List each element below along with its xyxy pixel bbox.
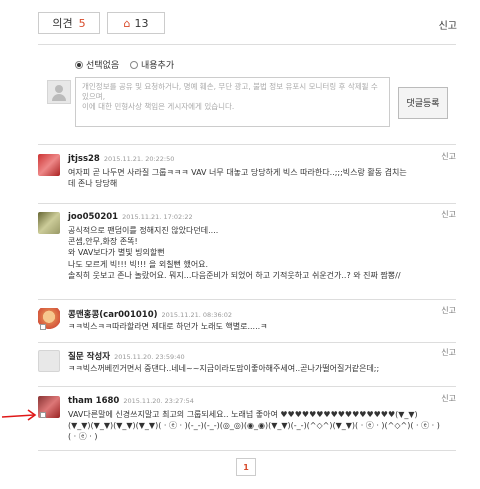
comment-line: 데 존나 당당해 [68,179,118,189]
placeholder-line-1: 개인정보를 공유 및 요청하거나, 명예 훼손, 무단 광고, 불법 정보 유포… [82,82,378,101]
comment-body: 공식적으로 팬덤이를 정해지진 않았다던데.... 콘셉,안무,화장 존똑! 와… [68,225,401,281]
divider [38,386,456,387]
divider [38,450,456,451]
avatar[interactable] [38,212,60,234]
comment-line: 공식적으로 팬덤이를 정해지진 않았다던데.... [68,226,219,235]
comment-body: ㅋㅋ빅스꺼베낀거면서 중댄다..네네~~지금이라도맘이좋아해주세여..곧나가떨어… [68,363,379,374]
comment-date: 2015.11.21. 08:36:02 [161,311,233,319]
comment-textarea[interactable]: 개인정보를 공유 및 요청하거나, 명예 훼손, 무단 광고, 불법 정보 유포… [75,77,390,127]
comment-date: 2015.11.20. 23:59:40 [114,353,185,361]
like-button[interactable]: ⌂ 13 [107,12,165,34]
comment-body: ㅋㅋ빅스ㅋㅋ따라할라면 제대로 하던가 노래도 핵별로.....ㅋ [68,321,268,332]
radio-empty-icon [130,61,138,69]
comment-item: 콩맨홍콩(car001010) 2015.11.21. 08:36:02 ㅋㅋ빅스… [38,305,456,338]
comment-toolbar: 의견 5 ⌂ 13 신고 [37,12,457,40]
comment-header: 질문 작성자 2015.11.20. 23:59:40 [68,350,185,362]
comment-line: 콘셉,안무,화장 존똑! [68,237,138,247]
comment-line: (▼_▼)(▼_▼)(▼_▼)(▼_▼)( · ⓔ · )(-_-)(-_-)(… [68,421,440,431]
comment-line: 와 VAV보다가 별빛 빙의할뻔 [68,248,165,258]
avatar[interactable] [38,350,60,372]
comment-author[interactable]: 질문 작성자 [68,352,110,362]
comment-author[interactable]: jtjss28 [68,154,100,164]
submit-comment-button[interactable]: 댓글등록 [398,87,448,119]
comment-author[interactable]: 콩맨홍콩(car001010) [68,310,158,320]
comment-item: 질문 작성자 2015.11.20. 23:59:40 ㅋㅋ빅스꺼베낀거면서 중댄… [38,347,456,380]
report-link[interactable]: 신고 [441,151,456,162]
comment-line: 나도 모르게 빅!!! 빅!!! 을 외칠뻔 했어요. [68,259,209,269]
user-avatar-placeholder-icon [47,80,71,104]
report-link[interactable]: 신고 [441,393,456,404]
opinion-label: 의견 [52,17,73,30]
avatar[interactable] [38,154,60,176]
comment-line: ( · ⓔ · ) [68,432,98,442]
house-icon: ⌂ [123,17,131,30]
option-none-label: 선택없음 [86,61,120,71]
report-link[interactable]: 신고 [439,17,457,32]
comment-header: jtjss28 2015.11.21. 20:22:50 [68,154,174,164]
comment-line: 솔직히 웃보고 존나 놀랐어요. 뭐지...다음준비가 되었어 하고 기적웃하고… [68,270,401,280]
comment-date: 2015.11.21. 17:02:22 [122,213,193,221]
divider [38,342,456,343]
comment-body: 여자피 곧 나두면 사라질 그룹ㅋㅋㅋ VAV 너무 대놓고 당당하게 빅스 따… [68,167,407,189]
comment-body: VAV다른말에 신경쓰지말고 최고의 그룹되세요.. 노래넘 좋아여 ♥♥♥♥♥… [68,409,440,443]
comment-header: 콩맨홍콩(car001010) 2015.11.21. 08:36:02 [68,308,232,320]
red-arrow-annotation-icon [1,409,37,421]
option-add-label: 내용추가 [141,61,175,71]
report-link[interactable]: 신고 [441,209,456,220]
divider [38,299,456,300]
like-count: 13 [134,17,149,30]
compose-options: 선택없음 내용추가 [75,58,182,71]
comment-date: 2015.11.21. 20:22:50 [103,155,175,163]
comment-line: VAV다른말에 신경쓰지말고 최고의 그룹되세요.. 노래넘 좋아여 ♥♥♥♥♥… [68,410,418,419]
checkbox-icon [40,324,46,330]
divider [38,44,456,45]
comment-author[interactable]: joo050201 [68,212,118,222]
comment-line: ㅋㅋ빅스ㅋㅋ따라할라면 제대로 하던가 노래도 핵별로.....ㅋ [68,322,268,331]
comment-header: tham 1680 2015.11.20. 23:27:54 [68,396,194,406]
comment-item: jtjss28 2015.11.21. 20:22:50 여자피 곧 나두면 사라… [38,151,456,199]
comment-item: joo050201 2015.11.21. 17:02:22 공식적으로 팬덤이를… [38,209,456,292]
placeholder-line-2: 이에 대한 민형사상 책임은 게시자에게 있습니다. [82,102,235,111]
opinion-count-button[interactable]: 의견 5 [38,12,100,34]
option-add-radio[interactable]: 내용추가 [130,58,174,71]
divider [38,144,456,145]
opinion-count: 5 [78,17,86,30]
comment-item: tham 1680 2015.11.20. 23:27:54 VAV다른말에 신경… [38,393,456,451]
comment-header: joo050201 2015.11.21. 17:02:22 [68,212,193,222]
pagination-page[interactable]: 1 [236,458,256,476]
comment-line: ㅋㅋ빅스꺼베낀거면서 중댄다..네네~~지금이라도맘이좋아해주세여..곧나가떨어… [68,364,380,373]
option-none-radio[interactable]: 선택없음 [75,58,119,71]
divider [38,203,456,204]
comment-date: 2015.11.20. 23:27:54 [123,397,194,405]
comment-line: 여자피 곧 나두면 사라질 그룹ㅋㅋㅋ VAV 너무 대놓고 당당하게 빅스 따… [68,168,407,177]
radio-selected-icon [75,61,83,69]
checkbox-icon [40,412,46,418]
report-link[interactable]: 신고 [441,347,456,358]
comment-author[interactable]: tham 1680 [68,396,119,406]
report-link[interactable]: 신고 [441,305,456,316]
